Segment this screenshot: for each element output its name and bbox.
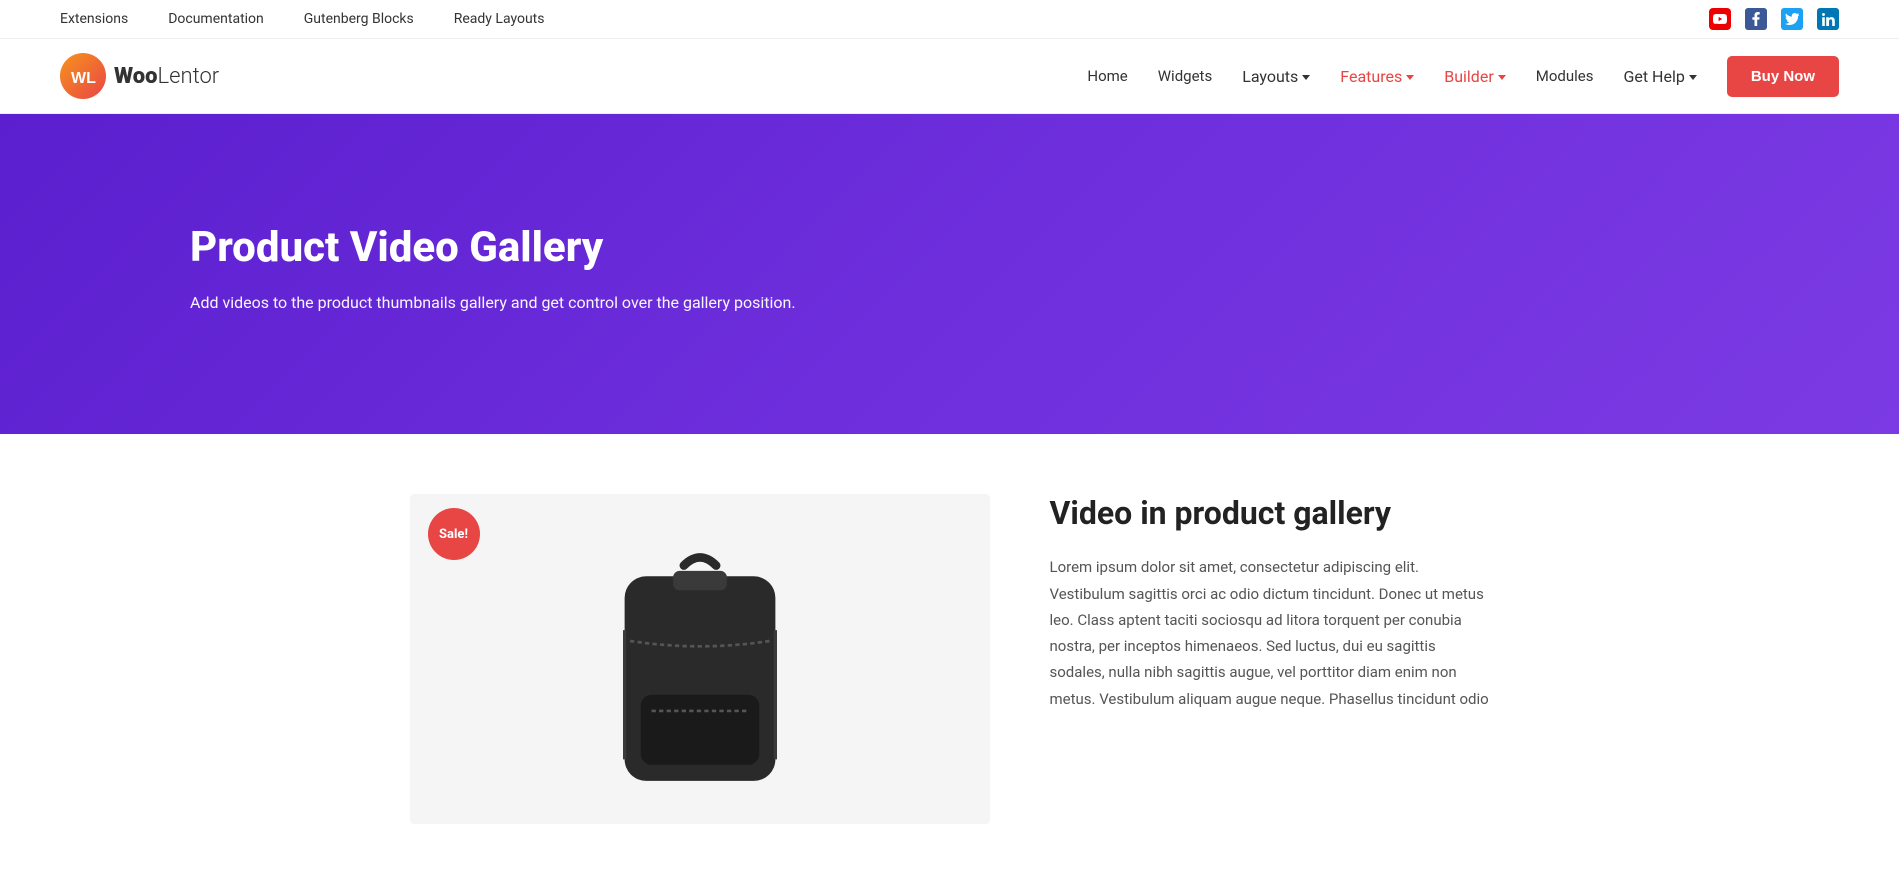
topbar-nav: Extensions Documentation Gutenberg Block… <box>60 11 545 27</box>
nav-modules[interactable]: Modules <box>1536 67 1594 85</box>
top-bar: Extensions Documentation Gutenberg Block… <box>0 0 1899 39</box>
nav-builder[interactable]: Builder <box>1444 67 1506 86</box>
logo-icon: WL <box>60 53 106 99</box>
buy-now-button[interactable]: Buy Now <box>1727 56 1839 97</box>
twitter-icon[interactable] <box>1781 8 1803 30</box>
topbar-nav-readylayouts[interactable]: Ready Layouts <box>454 11 545 27</box>
nav-widgets[interactable]: Widgets <box>1158 67 1212 85</box>
hero-banner: Product Video Gallery Add videos to the … <box>0 114 1899 434</box>
nav-get-help[interactable]: Get Help <box>1623 67 1696 86</box>
nav-features[interactable]: Features <box>1340 67 1414 86</box>
product-info-title: Video in product gallery <box>1050 494 1490 532</box>
main-header: WL WooLentor Home Widgets Layouts Featur… <box>0 39 1899 114</box>
sale-badge: Sale! <box>428 508 480 560</box>
hero-subtitle: Add videos to the product thumbnails gal… <box>190 290 830 316</box>
topbar-nav-extensions[interactable]: Extensions <box>60 11 128 27</box>
product-gallery: Sale! <box>410 494 990 824</box>
product-section: Sale! Video in product galle <box>350 434 1550 864</box>
logo[interactable]: WL WooLentor <box>60 53 219 99</box>
nav-home[interactable]: Home <box>1087 67 1127 85</box>
nav-layouts[interactable]: Layouts <box>1242 67 1310 86</box>
product-image-area: Sale! <box>410 494 990 824</box>
svg-text:WL: WL <box>71 70 96 87</box>
product-info: Video in product gallery Lorem ipsum dol… <box>1050 494 1490 712</box>
gethelp-chevron-icon <box>1689 75 1697 80</box>
topbar-nav-documentation[interactable]: Documentation <box>168 11 264 27</box>
facebook-icon[interactable] <box>1745 8 1767 30</box>
hero-title: Product Video Gallery <box>190 223 840 272</box>
linkedin-icon[interactable] <box>1817 8 1839 30</box>
product-image <box>590 544 810 824</box>
social-icons-group <box>1709 8 1839 30</box>
topbar-nav-gutenberg[interactable]: Gutenberg Blocks <box>304 11 414 27</box>
features-chevron-icon <box>1406 75 1414 80</box>
builder-chevron-icon <box>1498 75 1506 80</box>
youtube-icon[interactable] <box>1709 8 1731 30</box>
layouts-chevron-icon <box>1302 75 1310 80</box>
logo-text: WooLentor <box>114 64 219 89</box>
main-nav: Home Widgets Layouts Features Builder Mo… <box>1087 56 1839 97</box>
product-info-text: Lorem ipsum dolor sit amet, consectetur … <box>1050 554 1490 712</box>
